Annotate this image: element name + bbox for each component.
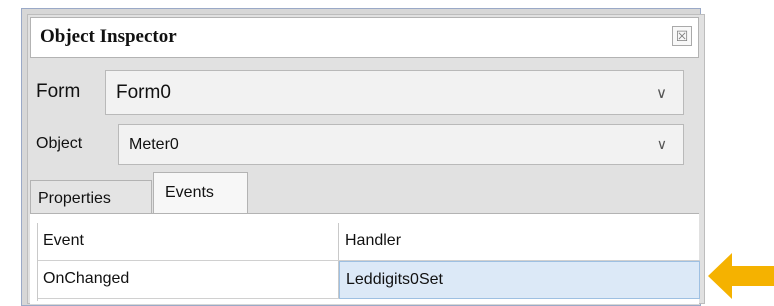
tab-events[interactable]: Events: [153, 172, 248, 214]
table-row[interactable]: OnChanged Leddigits0Set: [38, 261, 700, 299]
object-dropdown[interactable]: Meter0 ∨: [118, 124, 684, 165]
event-name-cell[interactable]: OnChanged: [38, 261, 339, 298]
arrow-left-icon: [708, 253, 774, 299]
chevron-down-icon: ∨: [656, 85, 667, 102]
close-icon[interactable]: ☒: [672, 26, 692, 46]
column-header-event[interactable]: Event: [38, 223, 339, 260]
title-bar: Object Inspector ☒: [30, 17, 699, 58]
form-dropdown-value: Form0: [116, 82, 171, 103]
form-dropdown[interactable]: Form0 ∨: [105, 70, 684, 115]
chevron-down-icon: ∨: [656, 136, 667, 152]
handler-cell[interactable]: Leddigits0Set: [339, 261, 700, 299]
tab-events-label: Events: [165, 184, 214, 201]
window-title: Object Inspector: [40, 26, 177, 47]
tab-properties[interactable]: Properties: [30, 180, 152, 213]
column-header-handler[interactable]: Handler: [339, 223, 700, 260]
object-dropdown-value: Meter0: [129, 136, 179, 153]
table-header-row: Event Handler: [38, 223, 700, 261]
form-label: Form: [36, 81, 81, 102]
events-table: Event Handler OnChanged Leddigits0Set: [37, 223, 700, 301]
tab-properties-label: Properties: [38, 190, 111, 207]
object-label: Object: [36, 135, 83, 152]
